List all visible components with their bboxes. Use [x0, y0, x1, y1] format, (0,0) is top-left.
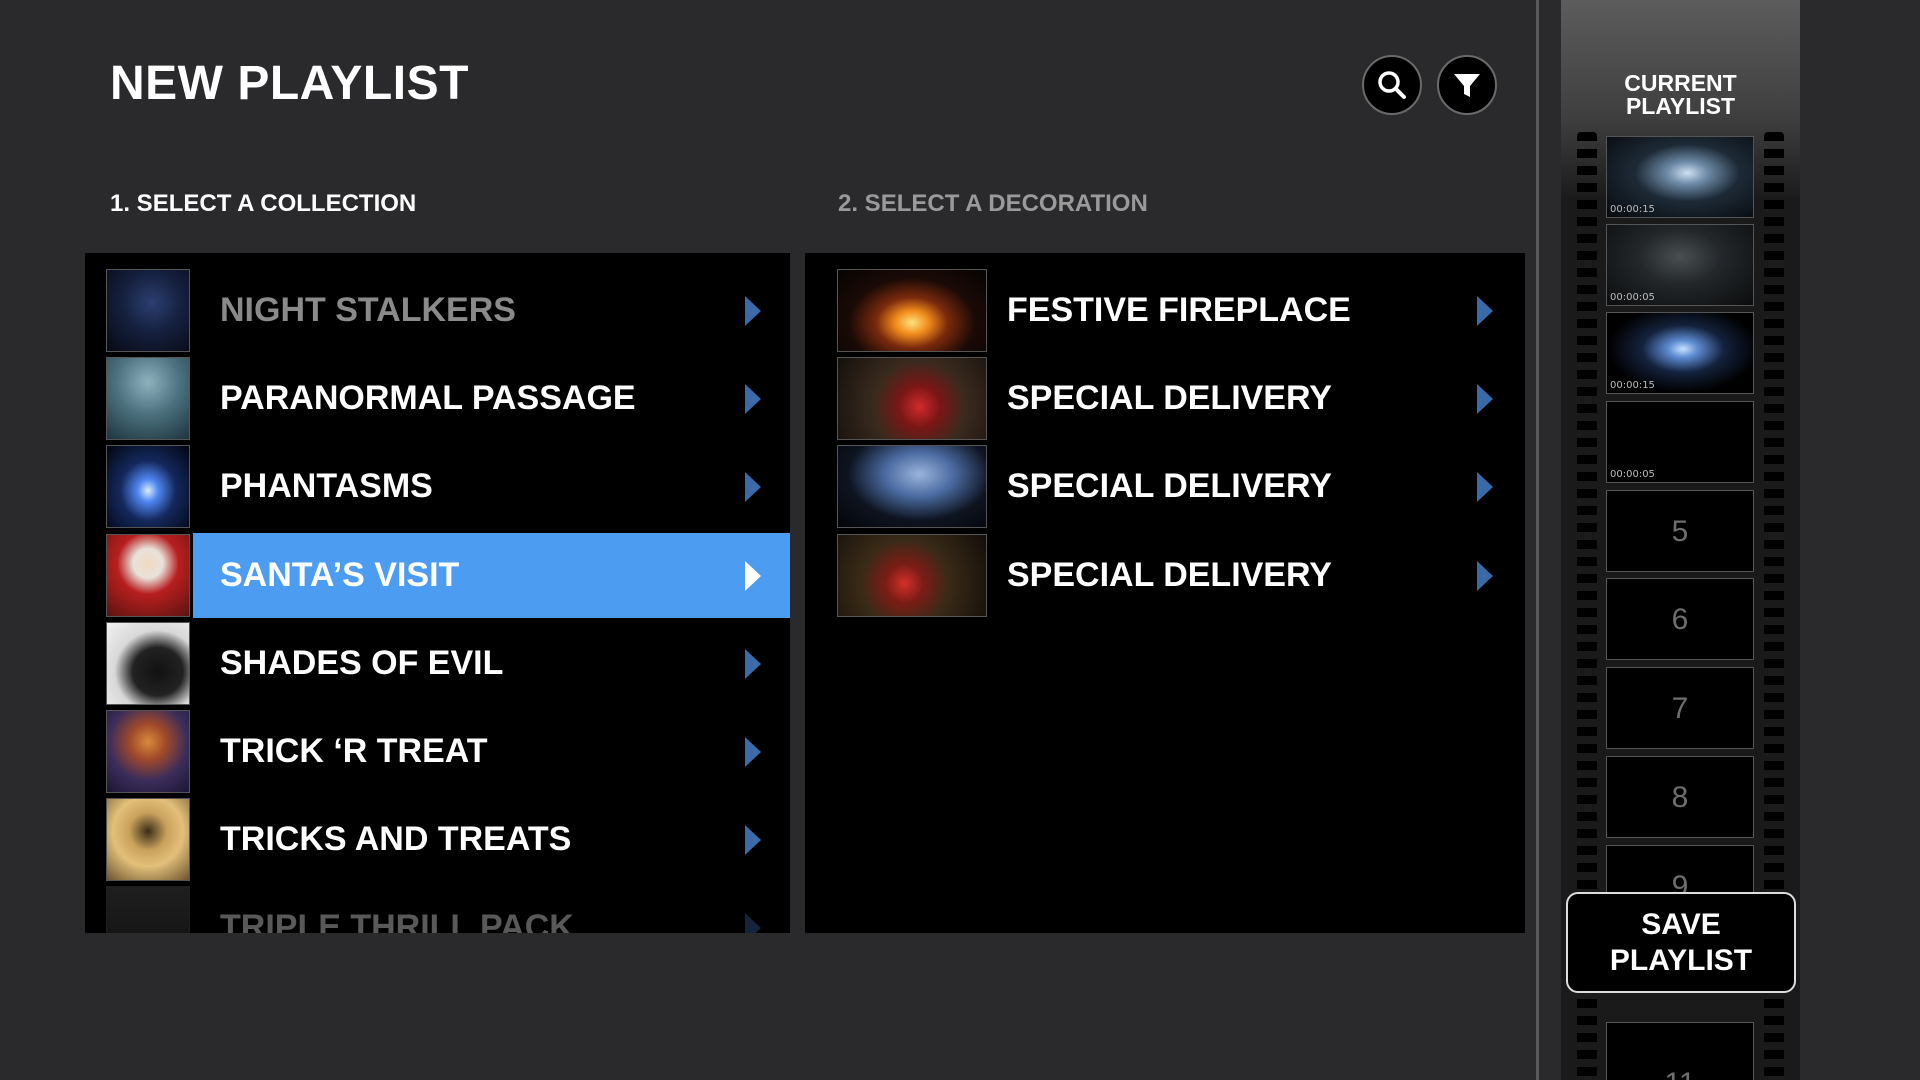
step-collection-label: 1. SELECT A COLLECTION [110, 190, 417, 217]
slot-number: 7 [1671, 692, 1689, 725]
slot-duration: 00:00:15 [1610, 204, 1655, 215]
collection-item-tricks-and-treats[interactable]: TRICKS AND TREATS [85, 797, 790, 882]
collection-thumbnail [106, 710, 190, 793]
current-playlist-title-line1: CURRENT [1624, 70, 1737, 96]
collection-item-phantasms[interactable]: PHANTASMS [85, 444, 790, 529]
playlist-editor: NEW PLAYLIST 1. SELECT A COLLECTION 2. S… [0, 0, 1920, 1080]
slot-number: 8 [1671, 781, 1689, 814]
slot-number: 11 [1607, 1043, 1753, 1080]
slot-duration: 00:00:05 [1610, 469, 1655, 480]
collection-item-santas-visit[interactable]: SANTA’S VISIT [85, 533, 790, 618]
slot-number: 6 [1671, 603, 1689, 636]
chevron-right-icon [745, 561, 761, 591]
page-title: NEW PLAYLIST [110, 57, 469, 110]
chevron-right-icon [745, 737, 761, 767]
collection-thumbnail [106, 445, 190, 528]
decoration-thumbnail [837, 269, 987, 352]
slot-number: 5 [1671, 515, 1689, 548]
decoration-label: FESTIVE FIREPLACE [1007, 291, 1351, 329]
playlist-slot-6[interactable]: 6 [1606, 578, 1754, 660]
filter-button[interactable] [1437, 55, 1497, 115]
collection-thumbnail [106, 886, 190, 933]
decoration-label: SPECIAL DELIVERY [1007, 467, 1332, 505]
collection-list: NIGHT STALKERS PARANORMAL PASSAGE PHANTA… [85, 253, 790, 933]
collection-label: NIGHT STALKERS [220, 291, 516, 329]
step-decoration-label: 2. SELECT A DECORATION [838, 190, 1148, 217]
decoration-item-special-delivery-3[interactable]: SPECIAL DELIVERY [805, 533, 1525, 618]
playlist-slot-11[interactable]: 11 [1606, 1022, 1754, 1080]
current-playlist-title: CURRENT PLAYLIST [1561, 72, 1800, 118]
collection-label: TRICK ‘R TREAT [220, 732, 488, 770]
collection-label: PHANTASMS [220, 467, 433, 505]
collection-thumbnail [106, 269, 190, 352]
decoration-item-special-delivery-1[interactable]: SPECIAL DELIVERY [805, 356, 1525, 441]
collection-item-trick-r-treat[interactable]: TRICK ‘R TREAT [85, 709, 790, 794]
decoration-thumbnail [837, 445, 987, 528]
decoration-list: FESTIVE FIREPLACE SPECIAL DELIVERY SPECI… [805, 253, 1525, 933]
collection-label: SHADES OF EVIL [220, 644, 504, 682]
collection-item-night-stalkers[interactable]: NIGHT STALKERS [85, 268, 790, 353]
save-playlist-label-line2: PLAYLIST [1609, 944, 1753, 977]
playlist-slot-8[interactable]: 8 [1606, 756, 1754, 838]
filter-icon [1454, 74, 1480, 97]
playlist-slot-4[interactable]: 00:00:05 [1606, 401, 1754, 483]
chevron-right-icon [1477, 561, 1493, 591]
collection-label: SANTA’S VISIT [220, 556, 460, 594]
chevron-right-icon [745, 296, 761, 326]
chevron-right-icon [745, 649, 761, 679]
sidebar-divider [1536, 0, 1539, 1080]
chevron-right-icon [745, 472, 761, 502]
save-playlist-label-line1: SAVE [1641, 908, 1721, 941]
chevron-right-icon [745, 913, 761, 933]
decoration-label: SPECIAL DELIVERY [1007, 379, 1332, 417]
search-icon [1378, 71, 1406, 99]
search-button[interactable] [1362, 55, 1422, 115]
decoration-thumbnail [837, 357, 987, 440]
collection-label: TRIPLE THRILL PACK [220, 908, 574, 933]
slot-duration: 00:00:05 [1610, 292, 1655, 303]
collection-label: PARANORMAL PASSAGE [220, 379, 636, 417]
decoration-thumbnail [837, 534, 987, 617]
decoration-item-special-delivery-2[interactable]: SPECIAL DELIVERY [805, 444, 1525, 529]
chevron-right-icon [745, 384, 761, 414]
playlist-slot-1[interactable]: 00:00:15 [1606, 136, 1754, 218]
chevron-right-icon [1477, 384, 1493, 414]
decoration-label: SPECIAL DELIVERY [1007, 556, 1332, 594]
collection-thumbnail [106, 798, 190, 881]
collection-item-paranormal-passage[interactable]: PARANORMAL PASSAGE [85, 356, 790, 441]
playlist-slot-3[interactable]: 00:00:15 [1606, 312, 1754, 394]
current-playlist-panel: CURRENT PLAYLIST 00:00:15 00:00:05 00:00… [1561, 0, 1800, 1080]
collection-thumbnail [106, 534, 190, 617]
chevron-right-icon [1477, 296, 1493, 326]
collection-item-shades-of-evil[interactable]: SHADES OF EVIL [85, 621, 790, 706]
collection-item-triple-thrill-pack[interactable]: TRIPLE THRILL PACK [85, 885, 790, 933]
save-playlist-button[interactable]: SAVE PLAYLIST [1566, 892, 1796, 993]
playlist-slot-7[interactable]: 7 [1606, 667, 1754, 749]
collection-thumbnail [106, 622, 190, 705]
collection-thumbnail [106, 357, 190, 440]
current-playlist-title-line2: PLAYLIST [1625, 93, 1736, 119]
slot-duration: 00:00:15 [1610, 380, 1655, 391]
playlist-slot-2[interactable]: 00:00:05 [1606, 224, 1754, 306]
collection-label: TRICKS AND TREATS [220, 820, 572, 858]
playlist-slot-5[interactable]: 5 [1606, 490, 1754, 572]
chevron-right-icon [1477, 472, 1493, 502]
decoration-item-festive-fireplace[interactable]: FESTIVE FIREPLACE [805, 268, 1525, 353]
chevron-right-icon [745, 825, 761, 855]
